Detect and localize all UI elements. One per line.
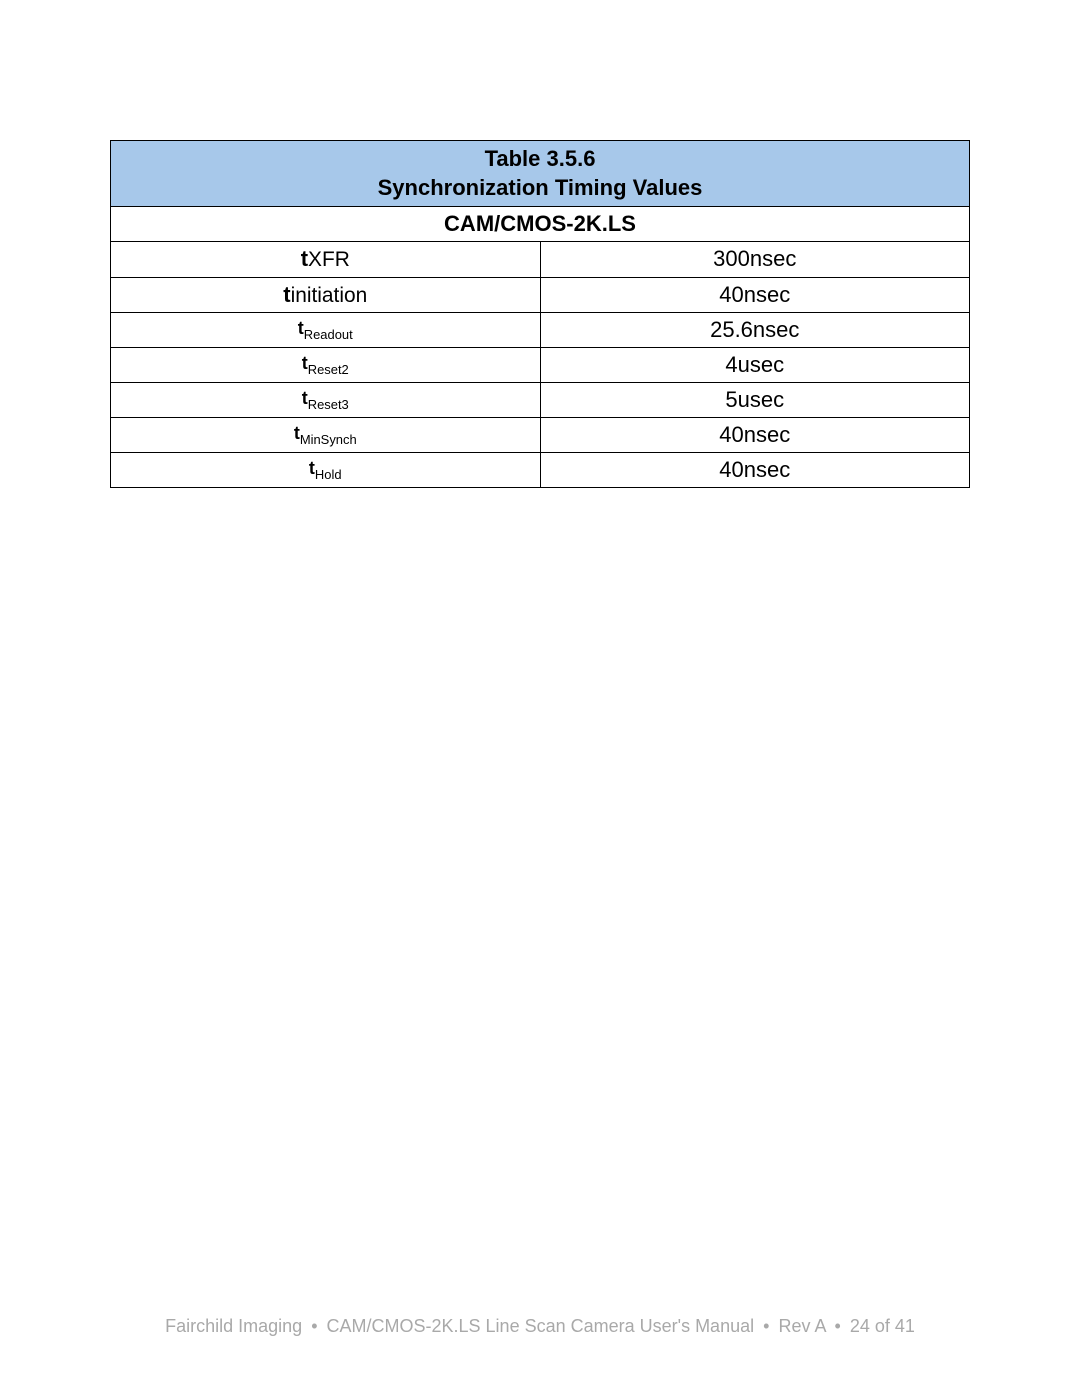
param-sub: Reset2 — [308, 362, 349, 377]
value-cell: 40nsec — [540, 417, 970, 452]
value-cell: 4usec — [540, 347, 970, 382]
table-row: tXFR 300nsec — [111, 242, 970, 277]
table-header: Table 3.5.6 Synchronization Timing Value… — [111, 141, 970, 207]
page-footer: Fairchild Imaging • CAM/CMOS-2K.LS Line … — [0, 1316, 1080, 1337]
param-prefix: t — [302, 388, 308, 408]
param-sub: Reset3 — [308, 397, 349, 412]
footer-sep: • — [831, 1316, 845, 1337]
param-cell: tXFR — [111, 242, 541, 277]
footer-page: 24 of 41 — [850, 1316, 915, 1336]
table-row: tReset3 5usec — [111, 382, 970, 417]
value-cell: 5usec — [540, 382, 970, 417]
table-row: tReset2 4usec — [111, 347, 970, 382]
footer-sep: • — [759, 1316, 773, 1337]
value-cell: 25.6nsec — [540, 312, 970, 347]
param-sub: Hold — [315, 467, 342, 482]
value-cell: 40nsec — [540, 452, 970, 487]
footer-rev: Rev A — [778, 1316, 825, 1336]
param-cell: tReset3 — [111, 382, 541, 417]
page: Table 3.5.6 Synchronization Timing Value… — [0, 0, 1080, 1397]
param-sub: Readout — [304, 327, 353, 342]
param-prefix: t — [294, 423, 300, 443]
footer-doc: CAM/CMOS-2K.LS Line Scan Camera User's M… — [327, 1316, 755, 1336]
footer-sep: • — [307, 1316, 321, 1337]
param-prefix: t — [302, 353, 308, 373]
table-title-line1: Table 3.5.6 — [485, 146, 596, 171]
timing-table: Table 3.5.6 Synchronization Timing Value… — [110, 140, 970, 488]
value-cell: 300nsec — [540, 242, 970, 277]
footer-company: Fairchild Imaging — [165, 1316, 302, 1336]
table-title-line2: Synchronization Timing Values — [378, 175, 703, 200]
param-cell: tinitiation — [111, 277, 541, 312]
param-sub: XFR — [308, 248, 350, 271]
table-row: tinitiation 40nsec — [111, 277, 970, 312]
table-row: tReadout 25.6nsec — [111, 312, 970, 347]
param-prefix: t — [298, 318, 304, 338]
param-prefix: t — [301, 246, 308, 271]
param-cell: tHold — [111, 452, 541, 487]
param-cell: tMinSynch — [111, 417, 541, 452]
value-cell: 40nsec — [540, 277, 970, 312]
param-prefix: t — [283, 282, 290, 307]
table-row: tHold 40nsec — [111, 452, 970, 487]
param-sub: MinSynch — [300, 432, 357, 447]
table-row: tMinSynch 40nsec — [111, 417, 970, 452]
param-sub: initiation — [291, 284, 368, 307]
table-model: CAM/CMOS-2K.LS — [111, 207, 970, 242]
param-cell: tReset2 — [111, 347, 541, 382]
param-cell: tReadout — [111, 312, 541, 347]
